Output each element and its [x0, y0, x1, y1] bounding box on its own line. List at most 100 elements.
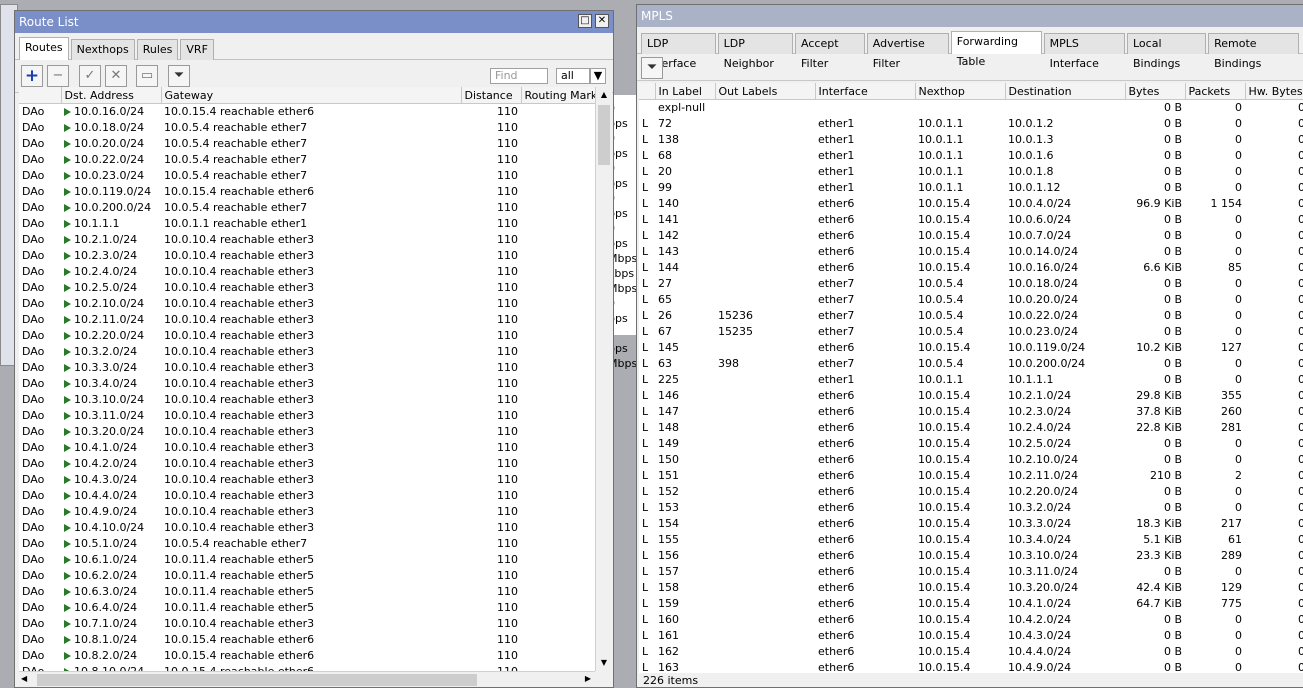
mpls-tab[interactable]: MPLS Interface — [1043, 33, 1125, 70]
route-col-header[interactable] — [19, 87, 62, 104]
table-row[interactable]: DAo 10.3.20.0/24 10.0.10.4 reachable ether… — [19, 423, 595, 440]
table-row[interactable]: L153ether610.0.15.410.3.2.0/240 B00 B — [639, 499, 1303, 516]
table-row[interactable]: DAo 10.2.20.0/24 10.0.10.4 reachable ether… — [19, 327, 595, 344]
scroll-left-arrow[interactable]: ◀ — [21, 674, 27, 683]
table-row[interactable]: DAo 10.6.1.0/24 10.0.11.4 reachable ether5… — [19, 551, 595, 568]
table-row[interactable]: DAo 10.0.20.0/24 10.0.5.4 reachable ether7… — [19, 135, 595, 152]
mpls-col-header[interactable] — [639, 83, 656, 100]
table-row[interactable]: L225ether110.0.1.110.1.1.10 B00 B — [639, 371, 1303, 388]
table-row[interactable]: DAo 10.2.5.0/24 10.0.10.4 reachable ether3… — [19, 279, 595, 296]
table-row[interactable]: L 140 ether6 10.0.15.4 10.0.4.0/24 96.9 KiB 1 … — [639, 195, 1303, 212]
table-row[interactable]: L72ether110.0.1.110.0.1.20 B00 B — [639, 115, 1303, 132]
table-row[interactable]: L157ether610.0.15.410.3.11.0/240 B00 B — [639, 563, 1303, 580]
comment-button[interactable]: ▭ — [136, 65, 158, 87]
mpls-col-header[interactable]: Nexthop — [915, 83, 1006, 100]
table-row[interactable]: L155 ether610.0.15.410.3.4.0/245.1 KiB610… — [639, 531, 1303, 548]
table-row[interactable]: L99ether110.0.1.110.0.1.120 B00 B — [639, 179, 1303, 196]
table-row[interactable]: DAo 10.0.18.0/24 10.0.5.4 reachable ether7… — [19, 119, 595, 136]
tab-vrf[interactable]: VRF — [180, 39, 214, 60]
table-row[interactable]: expl-null 0 B00 B — [639, 99, 1303, 116]
filter-select[interactable]: all — [556, 68, 590, 84]
table-row[interactable]: L138ether110.0.1.110.0.1.30 B00 B — [639, 131, 1303, 148]
route-col-header[interactable]: Gateway — [161, 87, 462, 104]
table-row[interactable]: L27ether710.0.5.410.0.18.0/240 B00 B — [639, 275, 1303, 292]
mpls-tab[interactable]: Advertise Filter — [866, 33, 949, 70]
table-row[interactable]: DAo 10.2.1.0/24 10.0.10.4 reachable ether3… — [19, 231, 595, 248]
table-row[interactable]: DAo 10.8.2.0/24 10.0.15.4 reachable ether6… — [19, 647, 595, 664]
table-row[interactable]: DAo 10.3.11.0/24 10.0.10.4 reachable ether… — [19, 407, 595, 424]
add-button[interactable]: + — [21, 65, 43, 87]
mpls-col-header[interactable]: Out Labels — [715, 83, 816, 100]
table-row[interactable]: DAo 10.2.3.0/24 10.0.10.4 reachable ether3… — [19, 247, 595, 264]
mpls-col-header[interactable]: In Label — [655, 83, 716, 100]
mpls-col-header[interactable]: Interface — [815, 83, 916, 100]
table-row[interactable]: DAo 10.2.10.0/24 10.0.10.4 reachable ether… — [19, 295, 595, 312]
mpls-tab[interactable]: Accept Filter — [795, 33, 865, 70]
table-row[interactable]: L 145 ether6 10.0.15.4 10.0.119.0/24 10.2 KiB… — [639, 339, 1303, 356]
table-row[interactable]: L 146 ether6 10.0.15.4 10.2.1.0/24 29.8 KiB 35… — [639, 387, 1303, 404]
disable-button[interactable]: ✕ — [105, 65, 127, 87]
mpls-tab[interactable]: Local Bindings — [1126, 33, 1207, 70]
table-row[interactable]: L 159 ether6 10.0.15.4 10.4.1.0/24 64.7 KiB 77… — [639, 595, 1303, 612]
table-row[interactable]: DAo 10.2.4.0/24 10.0.10.4 reachable ether3… — [19, 263, 595, 280]
route-col-header[interactable]: Distance — [461, 87, 522, 104]
table-row[interactable]: L150ether610.0.15.410.2.10.0/240 B00 B — [639, 451, 1303, 468]
table-row[interactable]: DAo 10.4.2.0/24 10.0.10.4 reachable ether3… — [19, 455, 595, 472]
table-row[interactable]: L 154 ether6 10.0.15.4 10.3.3.0/24 18.3 KiB 21… — [639, 515, 1303, 532]
table-row[interactable]: DAo 10.3.3.0/24 10.0.10.4 reachable ether3… — [19, 359, 595, 376]
mpls-col-header[interactable]: Destination — [1005, 83, 1126, 100]
table-row[interactable]: DAo 10.8.1.0/24 10.0.15.4 reachable ether6… — [19, 631, 595, 648]
route-list-titlebar[interactable]: Route List □ ✕ — [15, 11, 613, 33]
table-row[interactable]: L149ether610.0.15.410.2.5.0/240 B00 B — [639, 435, 1303, 452]
remove-button[interactable]: − — [47, 65, 69, 87]
table-row[interactable]: L 144 ether6 10.0.15.4 10.0.16.0/24 6.6 KiB 85… — [639, 259, 1303, 276]
table-row[interactable]: L2615236ether710.0.5.410.0.22.0/240 B00 … — [639, 307, 1303, 324]
route-horizontal-scrollbar[interactable]: ◀ ▶ — [19, 671, 595, 687]
mpls-tab[interactable]: Remote Bindings — [1208, 33, 1299, 70]
table-row[interactable]: L 158 ether6 10.0.15.4 10.3.20.0/24 42.4 KiB 1… — [639, 579, 1303, 596]
table-row[interactable]: DAo 10.6.4.0/24 10.0.11.4 reachable ether5… — [19, 599, 595, 616]
table-row[interactable]: L63398ether710.0.5.410.0.200.0/240 B00 B — [639, 355, 1303, 372]
route-col-header[interactable]: Routing Mark — [521, 87, 595, 104]
table-row[interactable]: DAo 10.7.1.0/24 10.0.10.4 reachable ether3… — [19, 615, 595, 632]
table-row[interactable]: DAo 10.2.11.0/24 10.0.10.4 reachable ether… — [19, 311, 595, 328]
table-row[interactable]: DAo 10.0.119.0/24 10.0.15.4 reachable ethe… — [19, 183, 595, 200]
table-row[interactable]: DAo 10.0.23.0/24 10.0.5.4 reachable ether7… — [19, 167, 595, 184]
filter-dropdown-button[interactable]: ▼ — [590, 68, 606, 84]
table-row[interactable]: L161ether610.0.15.410.4.3.0/240 B00 B — [639, 627, 1303, 644]
tab-rules[interactable]: Rules — [136, 39, 179, 60]
filter-button[interactable]: ⏷ — [168, 65, 190, 87]
tab-nexthops[interactable]: Nexthops — [70, 39, 135, 60]
table-row[interactable]: L 156 ether6 10.0.15.4 10.3.10.0/24 23.3 KiB 2… — [639, 547, 1303, 564]
table-row[interactable]: L143ether610.0.15.410.0.14.0/240 B00 B — [639, 243, 1303, 260]
mpls-tab[interactable]: LDP Interface — [641, 33, 716, 70]
mpls-col-header[interactable]: Hw. Bytes — [1245, 83, 1303, 100]
mpls-tab[interactable]: Forwarding Table — [950, 31, 1042, 68]
tab-routes[interactable]: Routes — [19, 37, 69, 60]
route-vertical-scrollbar[interactable]: ▲ ▼ — [595, 87, 612, 671]
table-row[interactable]: DAo 10.5.1.0/24 10.0.5.4 reachable ether7 1… — [19, 535, 595, 552]
table-row[interactable]: L162ether610.0.15.410.4.4.0/240 B00 B — [639, 643, 1303, 660]
table-row[interactable]: DAo 10.0.16.0/24 10.0.15.4 reachable ether… — [19, 103, 595, 120]
table-row[interactable]: DAo 10.3.10.0/24 10.0.10.4 reachable ether… — [19, 391, 595, 408]
table-row[interactable]: DAo 10.4.3.0/24 10.0.10.4 reachable ether3… — [19, 471, 595, 488]
table-row[interactable]: DAo 10.3.2.0/24 10.0.10.4 reachable ether3… — [19, 343, 595, 360]
table-row[interactable]: L68ether110.0.1.110.0.1.60 B00 B — [639, 147, 1303, 164]
table-row[interactable]: DAo 10.0.22.0/24 10.0.5.4 reachable ether7… — [19, 151, 595, 168]
find-input[interactable]: Find — [490, 68, 548, 84]
table-row[interactable]: DAo 10.6.2.0/24 10.0.11.4 reachable ether5… — [19, 567, 595, 584]
route-col-header[interactable]: Dst. Address — [61, 87, 162, 104]
table-row[interactable]: L160ether610.0.15.410.4.2.0/240 B00 B — [639, 611, 1303, 628]
table-row[interactable]: L 148 ether6 10.0.15.4 10.2.4.0/24 22.8 KiB 28… — [639, 419, 1303, 436]
mpls-col-header[interactable]: Packets — [1185, 83, 1246, 100]
table-row[interactable]: DAo 10.6.3.0/24 10.0.11.4 reachable ether5… — [19, 583, 595, 600]
scroll-down-arrow[interactable]: ▼ — [596, 655, 612, 671]
route-hscroll-thumb[interactable] — [37, 674, 477, 686]
scroll-up-arrow[interactable]: ▲ — [596, 87, 612, 103]
table-row[interactable]: DAo 10.4.4.0/24 10.0.10.4 reachable ether3… — [19, 487, 595, 504]
table-row[interactable]: DAo 10.4.10.0/24 10.0.10.4 reachable ether… — [19, 519, 595, 536]
table-row[interactable]: DAo 10.0.200.0/24 10.0.5.4 reachable ether… — [19, 199, 595, 216]
table-row[interactable]: DAo 10.3.4.0/24 10.0.10.4 reachable ether3… — [19, 375, 595, 392]
table-row[interactable]: L20ether110.0.1.110.0.1.80 B00 B — [639, 163, 1303, 180]
table-row[interactable]: L6715235ether710.0.5.410.0.23.0/240 B00 … — [639, 323, 1303, 340]
